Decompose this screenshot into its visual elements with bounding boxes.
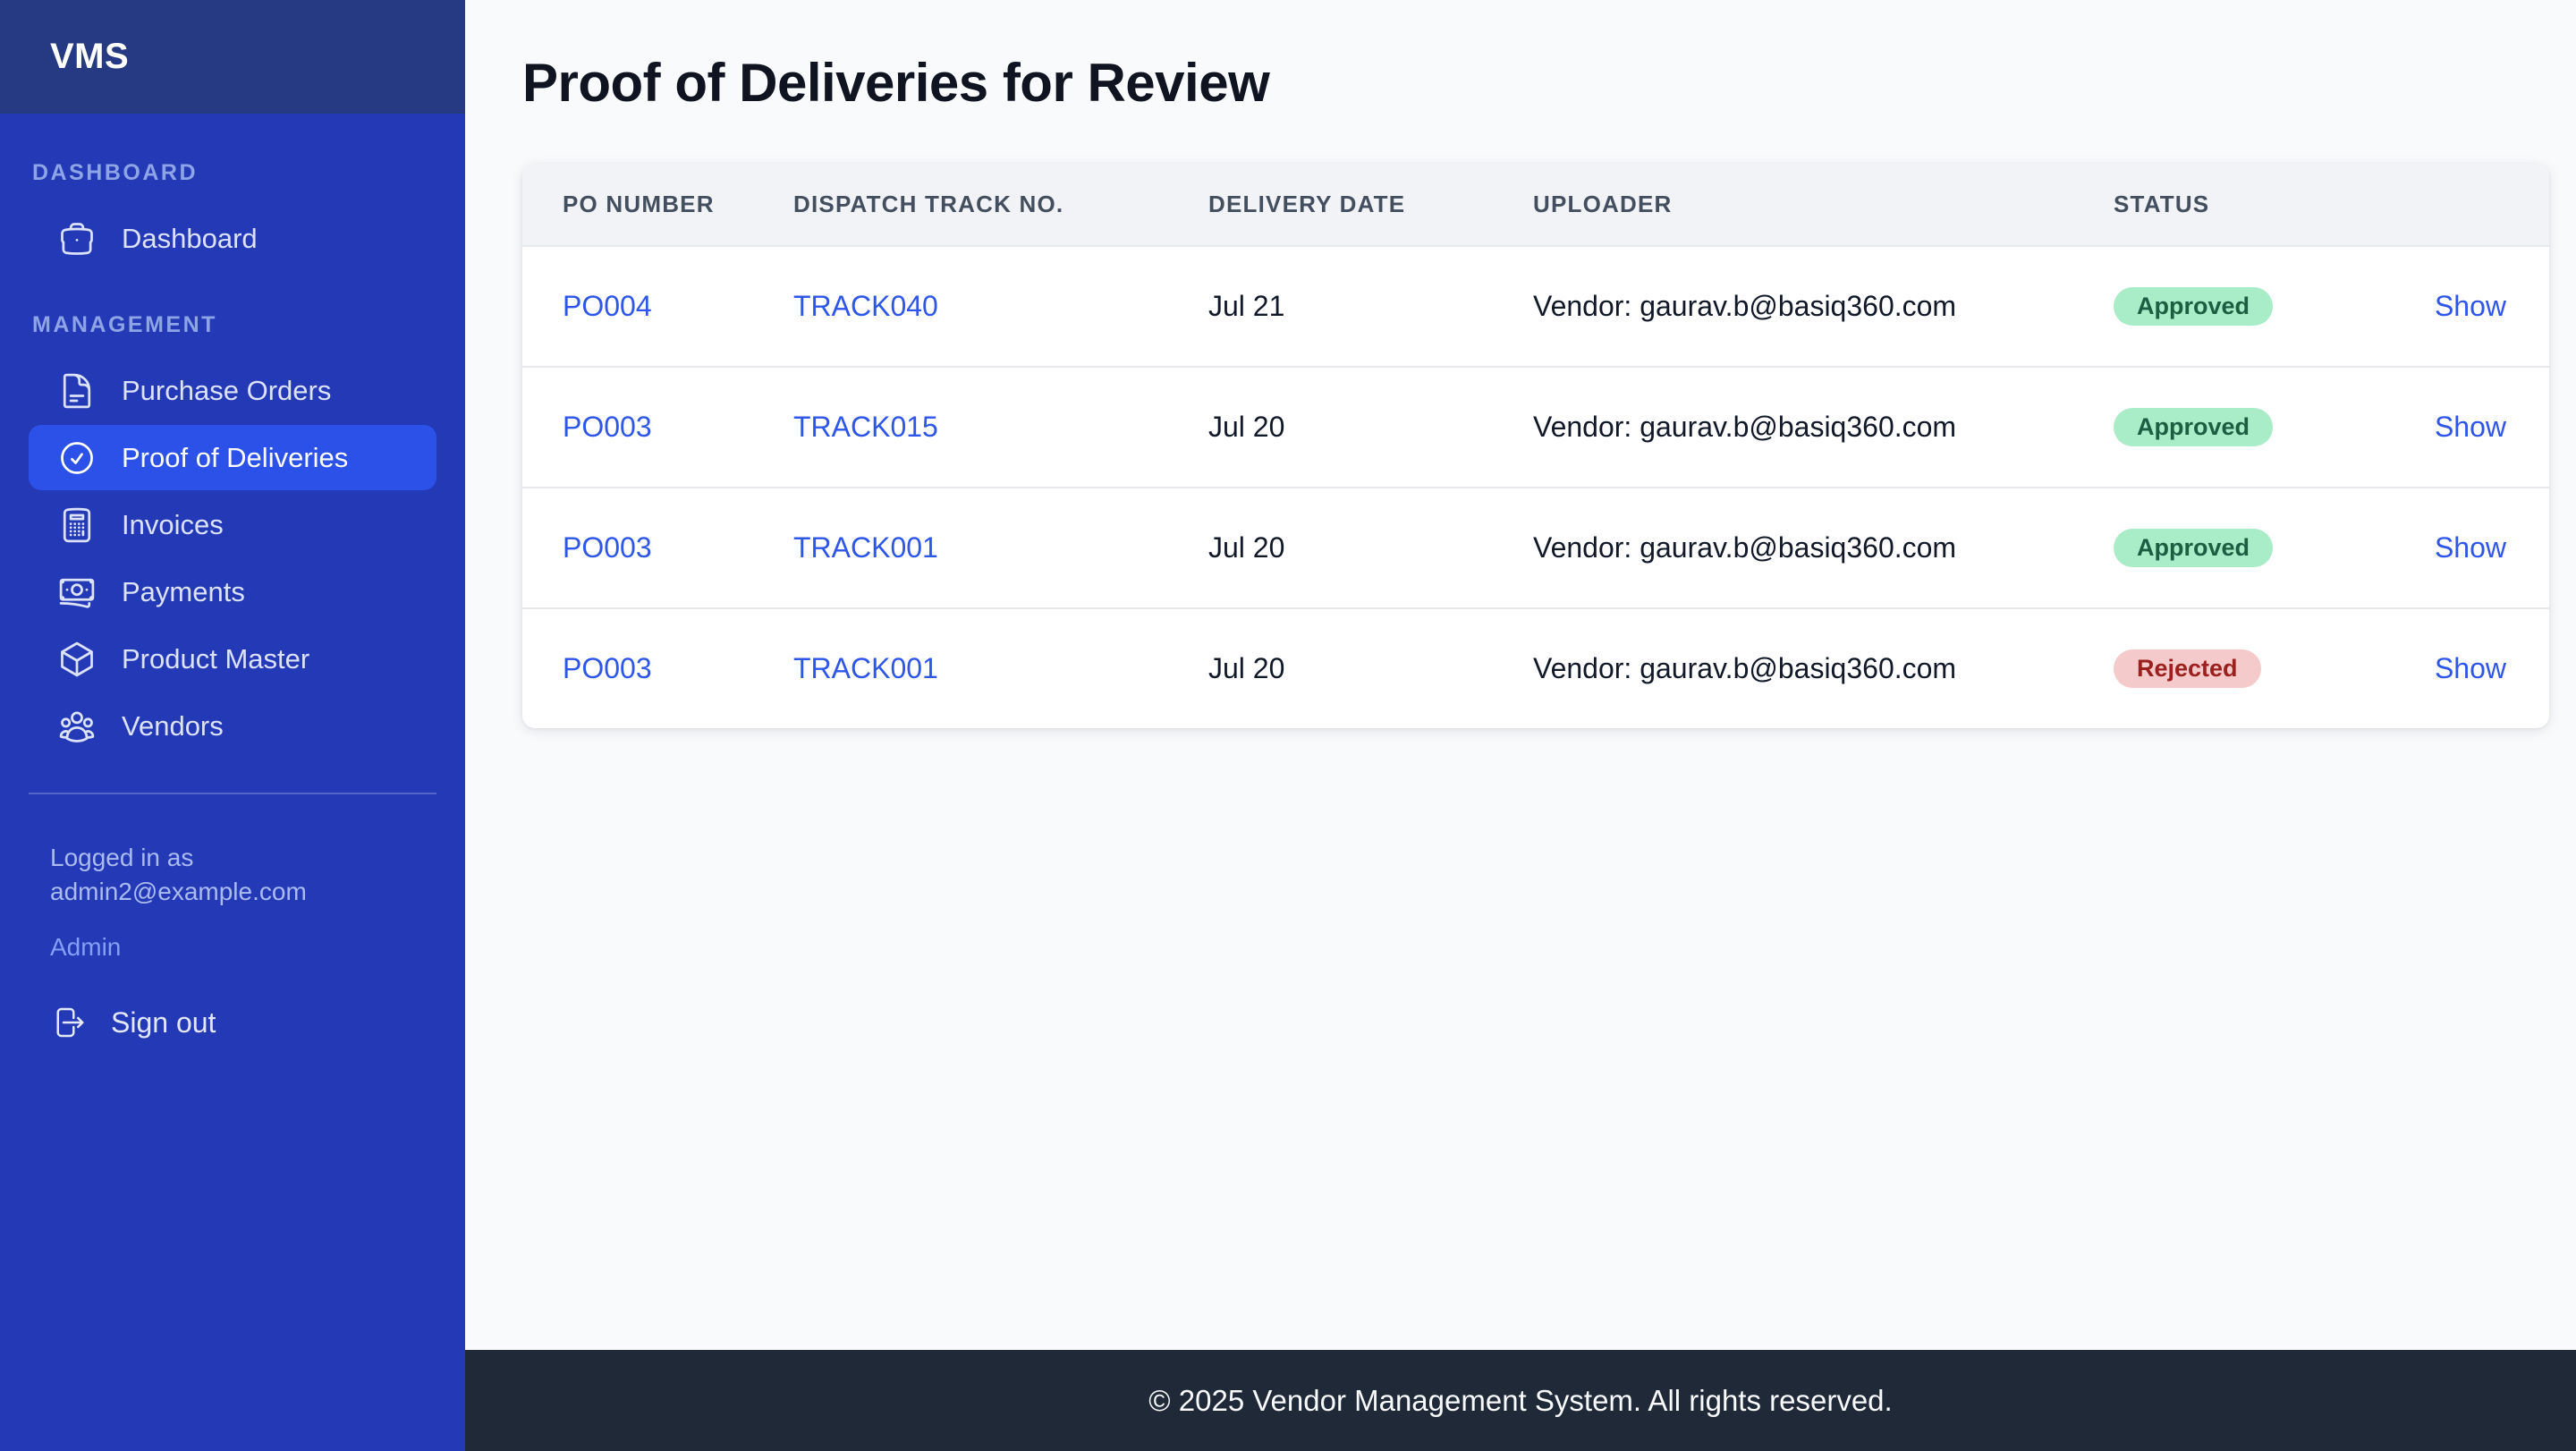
sidebar-item-label: Invoices: [122, 508, 224, 540]
delivery-date-cell: Jul 20: [1208, 607, 1533, 728]
status-badge: Approved: [2114, 408, 2274, 446]
delivery-date-cell: Jul 21: [1208, 245, 1533, 367]
user-role: Admin: [50, 933, 122, 962]
sign-out-label: Sign out: [111, 1006, 216, 1039]
delivery-date-cell: Jul 20: [1208, 487, 1533, 608]
dispatch-track-link[interactable]: TRACK015: [793, 411, 938, 443]
cube-icon: [57, 640, 97, 679]
footer-text: © 2025 Vendor Management System. All rig…: [1148, 1383, 1893, 1417]
sidebar-item-payments[interactable]: Payments: [29, 559, 436, 624]
banknotes-icon: [57, 573, 97, 612]
sidebar-item-proof-of-deliveries[interactable]: Proof of Deliveries: [29, 425, 436, 490]
sidebar-item-vendors[interactable]: Vendors: [29, 693, 436, 759]
users-icon: [57, 707, 97, 746]
sign-out-button[interactable]: Sign out: [50, 1005, 415, 1040]
uploader-cell: Vendor: gaurav.b@basiq360.com: [1533, 487, 2114, 608]
table-header: PO NUMBER DISPATCH TRACK NO. DELIVERY DATE…: [522, 164, 2549, 246]
nav-section-label: DASHBOARD: [32, 160, 198, 185]
show-link[interactable]: Show: [2435, 290, 2506, 322]
table-row: PO003 TRACK001 Jul 20 Vendor: gaurav.b@basi…: [522, 487, 2549, 608]
uploader-cell: Vendor: gaurav.b@basiq360.com: [1533, 607, 2114, 728]
uploader-cell: Vendor: gaurav.b@basiq360.com: [1533, 245, 2114, 367]
show-link[interactable]: Show: [2435, 531, 2506, 564]
main-column: Proof of Deliveries for Review PO NUMBER…: [465, 0, 2576, 1451]
column-header-po-number: PO NUMBER: [522, 164, 793, 246]
po-number-link[interactable]: PO004: [563, 290, 652, 322]
table-row: PO004 TRACK040 Jul 21 Vendor: gaurav.b@basi…: [522, 245, 2549, 367]
show-link[interactable]: Show: [2435, 411, 2506, 443]
deliveries-table-card: PO NUMBER DISPATCH TRACK NO. DELIVERY DATE…: [522, 164, 2549, 728]
show-link[interactable]: Show: [2435, 652, 2506, 684]
sidebar-item-label: Dashboard: [122, 222, 258, 254]
column-header-status: STATUS: [2114, 164, 2410, 246]
dispatch-track-link[interactable]: TRACK001: [793, 652, 938, 684]
document-text-icon: [57, 371, 97, 411]
column-header-uploader: UPLOADER: [1533, 164, 2114, 246]
delivery-date-cell: Jul 20: [1208, 366, 1533, 488]
status-badge: Approved: [2114, 287, 2274, 326]
uploader-cell: Vendor: gaurav.b@basiq360.com: [1533, 366, 2114, 488]
logged-in-label: Logged in as: [50, 844, 194, 871]
sidebar-item-label: Product Master: [122, 642, 310, 675]
column-header-actions: [2410, 164, 2549, 246]
sidebar-item-dashboard[interactable]: Dashboard: [29, 206, 436, 271]
logout-icon: [50, 1005, 86, 1040]
sidebar-item-label: Vendors: [122, 709, 224, 742]
sidebar-item-invoices[interactable]: Invoices: [29, 492, 436, 557]
dispatch-track-link[interactable]: TRACK040: [793, 290, 938, 322]
page-title: Proof of Deliveries for Review: [522, 53, 1270, 113]
column-header-dispatch-track-no: DISPATCH TRACK NO.: [793, 164, 1208, 246]
po-number-link[interactable]: PO003: [563, 652, 652, 684]
sidebar-item-label: Payments: [122, 575, 245, 607]
briefcase-icon: [57, 219, 97, 259]
sidebar-item-purchase-orders[interactable]: Purchase Orders: [29, 358, 436, 423]
logged-in-block: Logged in as admin2@example.com: [50, 841, 415, 908]
sidebar-user-panel: Logged in as admin2@example.com Admin Si…: [29, 793, 436, 1040]
nav-section-label: MANAGEMENT: [32, 312, 217, 337]
status-badge: Approved: [2114, 529, 2274, 567]
status-badge: Rejected: [2114, 649, 2261, 688]
dispatch-track-link[interactable]: TRACK001: [793, 531, 938, 564]
app-logo: VMS: [50, 37, 130, 76]
table-row: PO003 TRACK001 Jul 20 Vendor: gaurav.b@basi…: [522, 607, 2549, 728]
sidebar: VMS DASHBOARD Dashboard MANAGEMENT Purchase…: [0, 0, 465, 1451]
sidebar-item-label: Purchase Orders: [122, 374, 332, 406]
nav-section-dashboard: DASHBOARD Dashboard: [29, 160, 436, 271]
column-header-delivery-date: DELIVERY DATE: [1208, 164, 1533, 246]
app-footer: © 2025 Vendor Management System. All rig…: [465, 1350, 2576, 1451]
check-circle-icon: [57, 438, 97, 478]
main-content: Proof of Deliveries for Review PO NUMBER…: [465, 0, 2576, 1350]
sidebar-nav: DASHBOARD Dashboard MANAGEMENT Purchase Ord…: [0, 114, 465, 760]
sidebar-item-product-master[interactable]: Product Master: [29, 626, 436, 692]
calculator-icon: [57, 505, 97, 545]
po-number-link[interactable]: PO003: [563, 411, 652, 443]
nav-section-management: MANAGEMENT Purchase Orders Proof of Delive…: [29, 312, 436, 759]
deliveries-table: PO NUMBER DISPATCH TRACK NO. DELIVERY DATE…: [522, 164, 2549, 728]
table-row: PO003 TRACK015 Jul 20 Vendor: gaurav.b@basi…: [522, 366, 2549, 488]
sidebar-header: VMS: [0, 0, 465, 114]
sidebar-item-label: Proof of Deliveries: [122, 441, 349, 473]
logged-in-email: admin2@example.com: [50, 877, 307, 905]
po-number-link[interactable]: PO003: [563, 531, 652, 564]
